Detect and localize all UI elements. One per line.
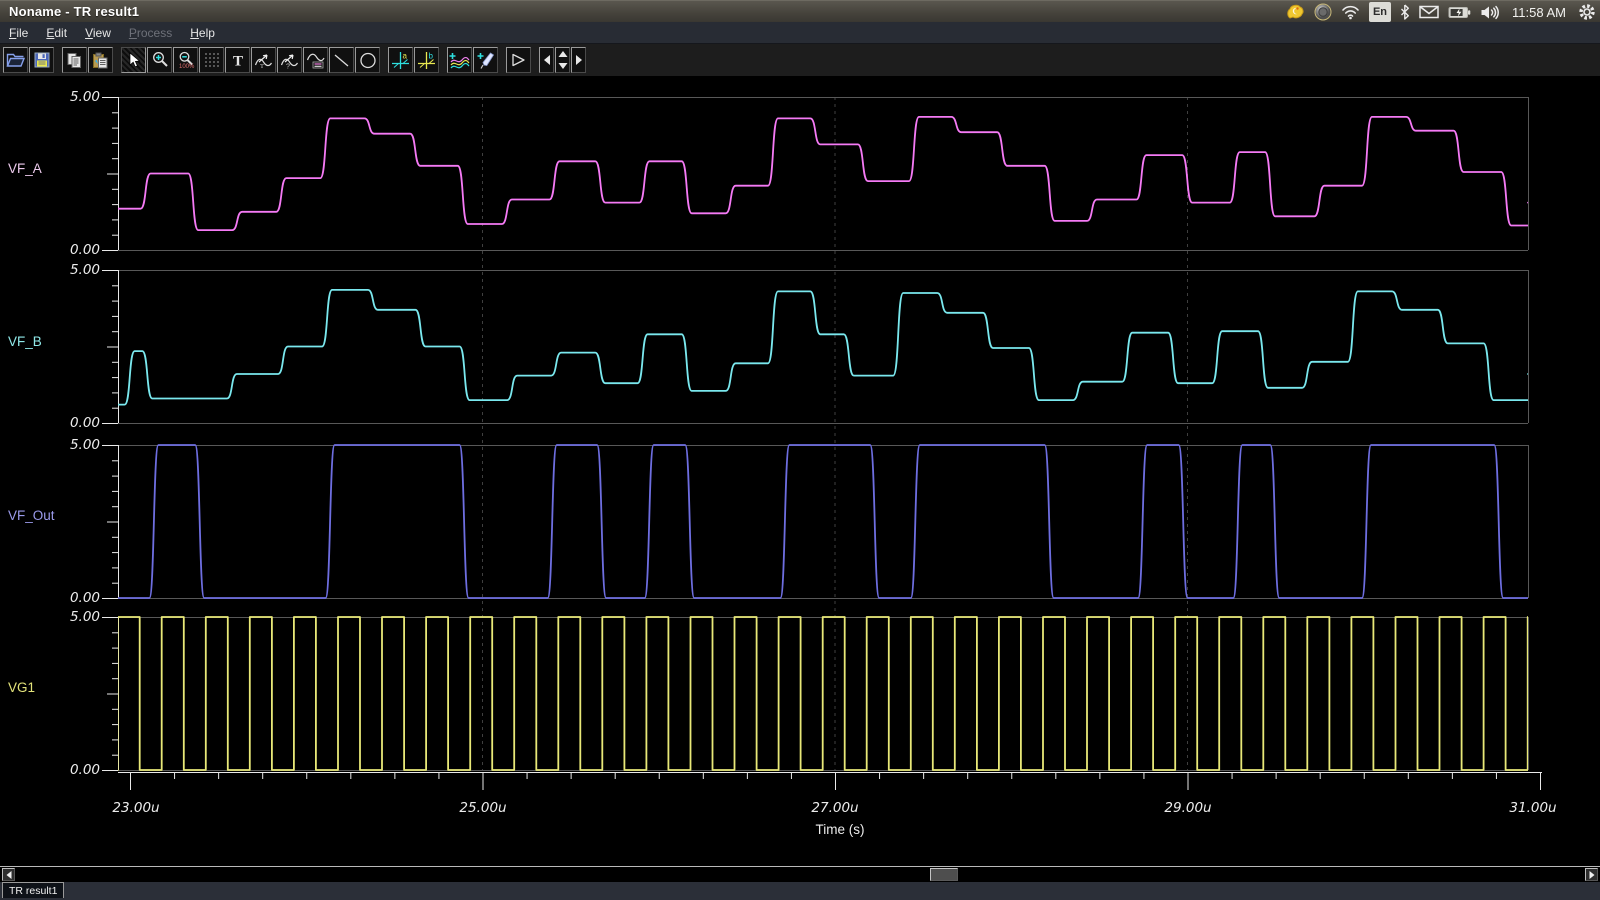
application-window: Noname - TR result1 En: [0, 0, 1600, 900]
scrollbar-left-arrow[interactable]: [2, 868, 15, 881]
trace-label-vfout[interactable]: VF_Out: [8, 508, 55, 523]
trace-label-vfa[interactable]: VF_A: [8, 161, 42, 176]
tab-bar: TR result1: [0, 882, 1600, 900]
trace-label-vg1[interactable]: VG1: [8, 680, 35, 695]
y-max-label-vfout: 5.00: [4, 437, 100, 453]
waveform-VF_Out[interactable]: [118, 445, 1528, 598]
x-axis-title: Time (s): [816, 822, 865, 837]
tab-tr-result1[interactable]: TR result1: [2, 882, 64, 898]
y-max-label-vg1: 5.00: [4, 609, 100, 625]
scrollbar-thumb[interactable]: [930, 868, 958, 881]
waveform-VF_B[interactable]: [118, 290, 1538, 405]
x-tick-23u: 23.00u: [112, 800, 159, 816]
x-tick-25u: 25.00u: [459, 800, 506, 816]
plot-svg: [0, 0, 1600, 900]
scrollbar-right-arrow[interactable]: [1585, 868, 1598, 881]
y-min-label-vfout: 0.00: [4, 590, 100, 606]
x-tick-27u: 27.00u: [811, 800, 858, 816]
y-max-label-vfa: 5.00: [4, 89, 100, 105]
x-tick-29u: 29.00u: [1164, 800, 1211, 816]
trace-label-vfb[interactable]: VF_B: [8, 334, 42, 349]
y-max-label-vfb: 5.00: [4, 262, 100, 278]
horizontal-scrollbar[interactable]: [0, 867, 1600, 882]
y-min-label-vfb: 0.00: [4, 415, 100, 431]
y-min-label-vfa: 0.00: [4, 242, 100, 258]
y-min-label-vg1: 0.00: [4, 762, 100, 778]
waveform-VG1[interactable]: [118, 617, 1550, 770]
x-tick-31u: 31.00u: [1509, 800, 1556, 816]
waveform-VF_A[interactable]: [118, 117, 1540, 230]
